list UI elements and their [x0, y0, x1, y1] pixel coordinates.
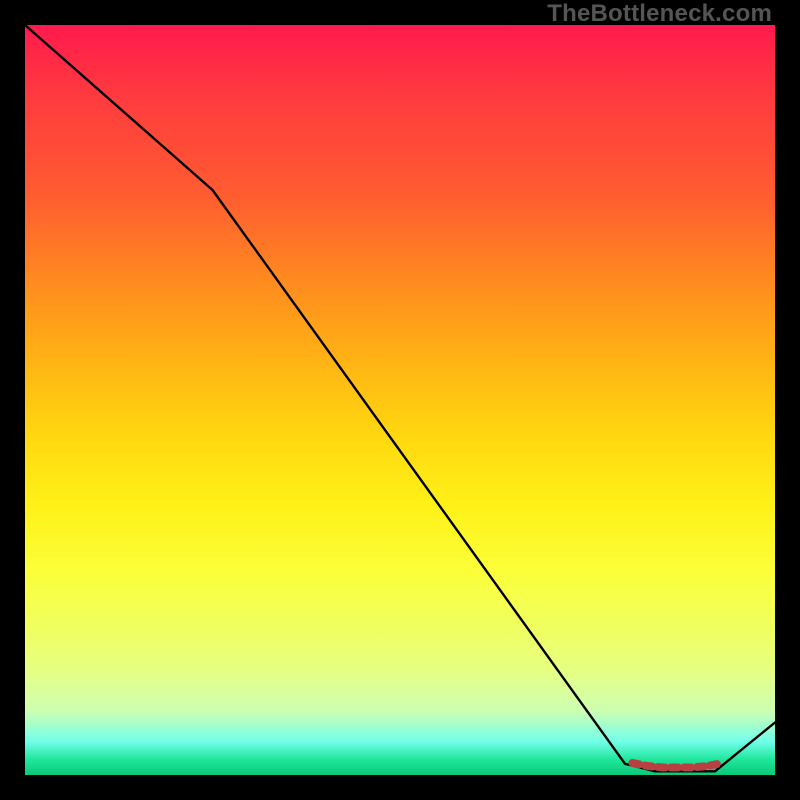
watermark-text: TheBottleneck.com [547, 0, 772, 28]
curve-line [25, 25, 775, 771]
chart-overlay [25, 25, 775, 775]
chart-frame: TheBottleneck.com [0, 0, 800, 800]
marker-caterpillar [633, 763, 723, 768]
